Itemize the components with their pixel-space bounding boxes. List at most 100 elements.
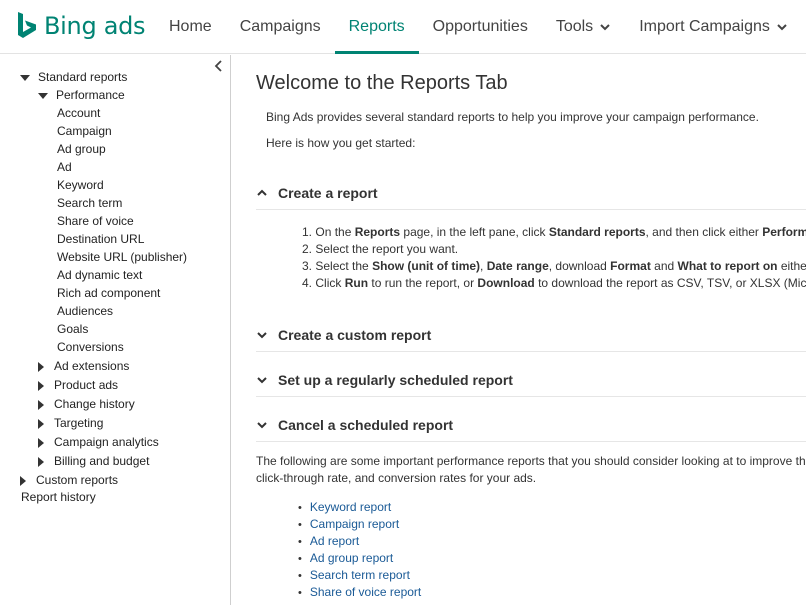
report-link-item: Ad report: [298, 533, 421, 550]
caret-right-icon: [38, 361, 44, 372]
tree-item-label: Standard reports: [38, 70, 128, 84]
report-link-item: Share of voice report: [298, 584, 421, 601]
nav-tab-label: Reports: [348, 18, 405, 35]
tree-item-ad-dynamic-text[interactable]: Ad dynamic text: [57, 266, 142, 284]
chevron-down-icon: [257, 421, 267, 428]
section-create-a-custom-report[interactable]: Create a custom report: [256, 318, 806, 352]
tree-item-label: Keyword: [57, 178, 104, 192]
step-text: Select the report you want.: [315, 242, 459, 256]
link-share-of-voice-report[interactable]: Share of voice report: [310, 585, 421, 599]
tree-standard-reports[interactable]: Standard reports: [20, 68, 127, 86]
link-search-term-report[interactable]: Search term report: [310, 568, 410, 582]
section-set-up-a-regularly-scheduled-report[interactable]: Set up a regularly scheduled report: [256, 363, 806, 397]
nav-tab-opportunities[interactable]: Opportunities: [419, 0, 542, 54]
section-title: Create a custom report: [278, 326, 432, 343]
step-ui-term: Run: [344, 276, 369, 290]
step-ui-term: Performance: [762, 225, 806, 239]
tree-item-label: Campaign: [57, 124, 112, 138]
caret-right-icon: [38, 380, 44, 391]
tree-item-label: Goals: [57, 322, 89, 336]
section-create-a-report[interactable]: Create a report: [256, 176, 806, 210]
caret-right-icon: [38, 399, 44, 410]
performance-reports-paragraph: The following are some important perform…: [256, 454, 806, 485]
nav-tab-home[interactable]: Home: [155, 0, 226, 54]
tree-item-label: Ad group: [57, 142, 106, 156]
report-link-item: Keyword report: [298, 499, 421, 516]
nav-tab-import-campaigns[interactable]: Import Campaigns: [625, 0, 802, 54]
tree-item-label: Performance: [56, 88, 125, 102]
section-cancel-a-scheduled-report[interactable]: Cancel a scheduled report: [256, 408, 806, 442]
caret-down-icon: [20, 74, 30, 81]
tree-item-audiences[interactable]: Audiences: [57, 302, 113, 320]
section-title: Set up a regularly scheduled report: [278, 371, 513, 388]
step-text: Click: [315, 276, 345, 290]
tree-item-keyword[interactable]: Keyword: [57, 176, 104, 194]
link-campaign-report[interactable]: Campaign report: [310, 517, 399, 531]
report-link-item: Ad group report: [298, 550, 421, 567]
tree-item-label: Custom reports: [36, 473, 119, 487]
nav-tab-campaigns[interactable]: Campaigns: [226, 0, 335, 54]
caret-right-icon: [20, 475, 26, 486]
tree-item-label: Conversions: [57, 340, 124, 354]
step-text: to download the report as CSV, TSV, or X…: [538, 276, 806, 290]
getting-started-text: Here is how you get started:: [266, 136, 416, 150]
step-text: , and then click either: [645, 225, 763, 239]
step-text: page, in the left pane, click: [400, 225, 549, 239]
tree-group-ad-extensions[interactable]: Ad extensions: [38, 357, 129, 375]
tree-item-goals[interactable]: Goals: [57, 320, 88, 338]
link-ad-report[interactable]: Ad report: [310, 534, 359, 548]
nav-tab-label: Campaigns: [239, 18, 321, 35]
tree-item-rich-ad-component[interactable]: Rich ad component: [57, 284, 160, 302]
nav-tab-label: Import Campaigns: [639, 18, 770, 35]
tree-item-label: Destination URL: [57, 232, 145, 246]
tree-item-label: Ad: [57, 160, 72, 174]
step-text: and: [650, 259, 678, 273]
step-number: 2.: [302, 242, 313, 256]
step-number: 3.: [302, 259, 313, 273]
nav-tab-label: Tools: [555, 18, 594, 35]
nav-tab-tools[interactable]: Tools: [542, 0, 625, 54]
chevron-left-icon[interactable]: [212, 59, 226, 73]
tree-item-label: Change history: [54, 397, 135, 411]
chevron-up-icon: [257, 189, 267, 196]
tree-custom-reports[interactable]: Custom reports: [20, 471, 118, 489]
reports-sidebar: Standard reports Performance Account Campai…: [0, 55, 231, 605]
caret-right-icon: [38, 437, 44, 448]
step-item: 1. On the Reports page, in the left pane…: [302, 224, 806, 241]
step-text: ,: [480, 259, 487, 273]
tree-item-label: Product ads: [54, 378, 119, 392]
nav-tab-label: Opportunities: [432, 18, 528, 35]
report-links-list: Keyword report Campaign report Ad report Ad…: [298, 499, 421, 601]
top-navigation-bar: Bing ads Home Campaigns Reports Opportuniti…: [0, 0, 806, 54]
tree-item-conversions[interactable]: Conversions: [57, 338, 124, 356]
tree-item-label: Rich ad component: [57, 286, 161, 300]
step-ui-term: Format: [610, 259, 651, 273]
tree-item-account[interactable]: Account: [57, 104, 100, 122]
tree-item-ad-group[interactable]: Ad group: [57, 140, 106, 158]
tree-group-product-ads[interactable]: Product ads: [38, 376, 118, 394]
tree-group-change-history[interactable]: Change history: [38, 395, 135, 413]
tree-group-billing-and-budget[interactable]: Billing and budget: [38, 452, 149, 470]
tree-item-ad[interactable]: Ad: [57, 158, 72, 176]
bing-ads-logo[interactable]: Bing ads: [16, 10, 146, 42]
tree-item-website-url-publisher[interactable]: Website URL (publisher): [57, 248, 187, 266]
tree-item-share-of-voice[interactable]: Share of voice: [57, 212, 134, 230]
tree-item-destination-url[interactable]: Destination URL: [57, 230, 144, 248]
tree-group-targeting[interactable]: Targeting: [38, 414, 103, 432]
tree-item-search-term[interactable]: Search term: [57, 194, 122, 212]
tree-item-campaign[interactable]: Campaign: [57, 122, 112, 140]
reports-welcome-panel: Welcome to the Reports Tab Bing Ads prov…: [232, 55, 806, 605]
tree-performance[interactable]: Performance: [38, 86, 125, 104]
step-text: to run the report, or: [368, 276, 478, 290]
tree-item-label: Audiences: [57, 304, 114, 318]
step-ui-term: Download: [477, 276, 535, 290]
link-ad-group-report[interactable]: Ad group report: [310, 551, 393, 565]
intro-text: Bing Ads provides several standard repor…: [266, 110, 759, 124]
link-keyword-report[interactable]: Keyword report: [310, 500, 391, 514]
tree-item-label: Search term: [57, 196, 123, 210]
nav-tab-reports[interactable]: Reports: [334, 0, 419, 54]
step-item: 4. Click Run to run the report, or Downl…: [302, 275, 806, 292]
tree-group-campaign-analytics[interactable]: Campaign analytics: [38, 433, 159, 451]
step-text: On the: [315, 225, 355, 239]
tree-report-history[interactable]: Report history: [21, 488, 96, 506]
